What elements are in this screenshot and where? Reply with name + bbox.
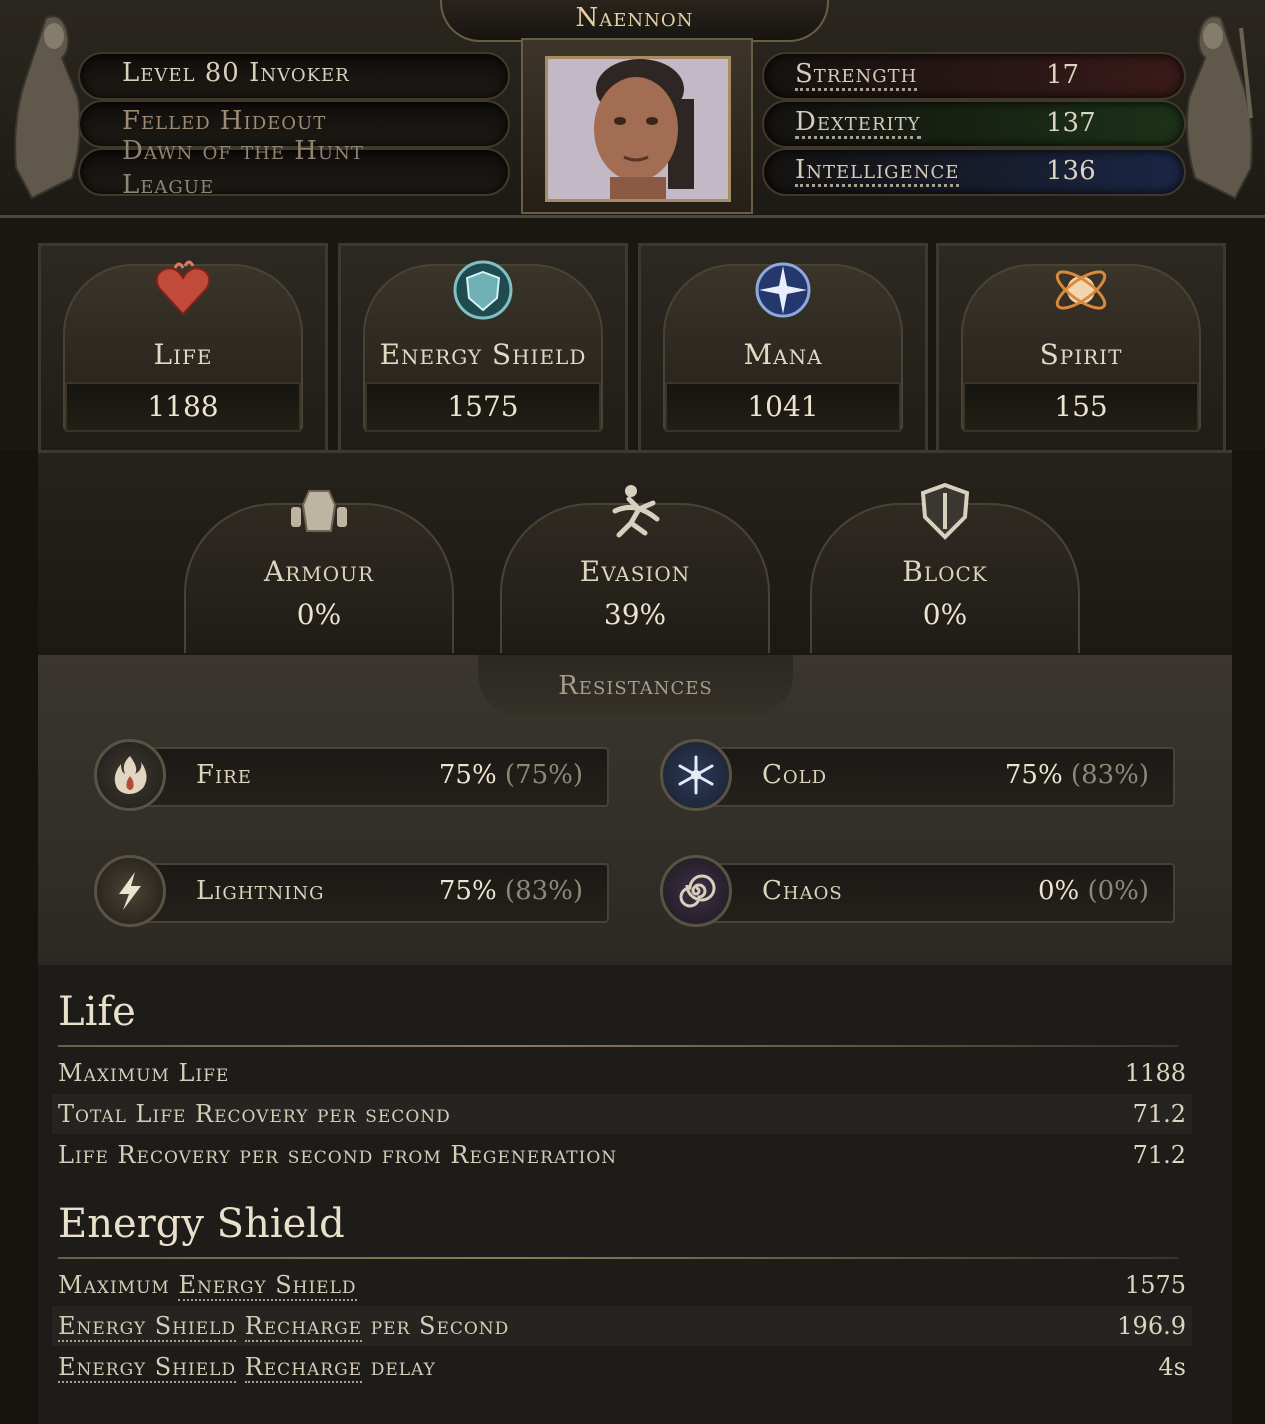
stat-value: 196.9 bbox=[1117, 1312, 1186, 1340]
heart-icon bbox=[155, 260, 211, 316]
character-header: Naennon Level 80 Invoker Felled Hideout … bbox=[0, 0, 1265, 218]
life-label: Life bbox=[153, 338, 213, 371]
stat-value: 1575 bbox=[1124, 1271, 1186, 1299]
life-section-title: Life bbox=[58, 989, 136, 1035]
block-value: 0% bbox=[922, 598, 968, 631]
snowflake-icon bbox=[678, 755, 714, 795]
block-panel[interactable]: Block 0% bbox=[810, 463, 1080, 653]
snowflake-icon-badge bbox=[660, 739, 732, 811]
lightning-icon-badge bbox=[94, 855, 166, 927]
stat-label: Maximum Life bbox=[58, 1059, 230, 1087]
fire-icon-badge bbox=[94, 739, 166, 811]
mana-panel[interactable]: Mana 1041 bbox=[638, 243, 928, 453]
shield-icon bbox=[920, 482, 970, 540]
stat-value: 71.2 bbox=[1132, 1100, 1186, 1128]
stat-row[interactable]: Life Recovery per second from Regenerati… bbox=[52, 1135, 1192, 1175]
resistances-section: Resistances Fire 75% (75%) Cold 75% (83%… bbox=[38, 655, 1232, 965]
chaos-resistance[interactable]: Chaos 0% (0%) bbox=[660, 855, 1175, 927]
stat-row[interactable]: Maximum Energy Shield 1575 bbox=[52, 1265, 1192, 1305]
primary-stats-row: Life 1188 Energy Shield 1575 Mana 1041 S… bbox=[0, 218, 1265, 453]
evasion-panel[interactable]: Evasion 39% bbox=[500, 463, 770, 653]
stat-value: 71.2 bbox=[1132, 1141, 1186, 1169]
armour-value: 0% bbox=[296, 598, 342, 631]
stat-label: Maximum Energy Shield bbox=[58, 1271, 357, 1301]
stat-value: 4s bbox=[1158, 1353, 1186, 1381]
spirit-icon bbox=[1055, 270, 1107, 310]
evasion-label: Evasion bbox=[579, 555, 691, 588]
lightning-label: Lightning bbox=[196, 876, 325, 906]
energy-shield-icon bbox=[453, 260, 513, 320]
chaos-spiral-icon-badge bbox=[660, 855, 732, 927]
energy-shield-value: 1575 bbox=[365, 382, 601, 432]
level-class-text: Level 80 Invoker bbox=[122, 58, 350, 88]
stat-label: Energy Shield Recharge per Second bbox=[58, 1312, 510, 1342]
evasion-value: 39% bbox=[603, 598, 667, 631]
stat-row[interactable]: Energy Shield Recharge per Second 196.9 bbox=[52, 1306, 1192, 1346]
energy-shield-label: Energy Shield bbox=[379, 338, 587, 371]
strength-label[interactable]: Strength bbox=[795, 60, 918, 91]
portrait-frame bbox=[521, 38, 753, 214]
chaos-label: Chaos bbox=[762, 876, 843, 906]
lightning-value: 75% (83%) bbox=[438, 876, 583, 906]
dexterity-label[interactable]: Dexterity bbox=[795, 108, 921, 139]
life-panel[interactable]: Life 1188 bbox=[38, 243, 328, 453]
lightning-resistance[interactable]: Lightning 75% (83%) bbox=[94, 855, 609, 927]
energy-shield-section-title: Energy Shield bbox=[58, 1201, 345, 1247]
location-text: Felled Hideout bbox=[122, 106, 327, 136]
chaos-value: 0% (0%) bbox=[1037, 876, 1149, 906]
stat-label: Life Recovery per second from Regenerati… bbox=[58, 1141, 618, 1169]
league-name-text: Dawn of the Hunt bbox=[122, 136, 364, 166]
section-divider bbox=[58, 1045, 1178, 1047]
stat-row[interactable]: Maximum Life 1188 bbox=[52, 1053, 1192, 1093]
portrait-face-icon bbox=[548, 59, 728, 199]
mana-label: Mana bbox=[743, 338, 823, 371]
intelligence-value: 136 bbox=[1046, 156, 1096, 186]
cold-label: Cold bbox=[762, 760, 828, 790]
defence-row: Armour 0% Evasion 39% Block 0% bbox=[38, 450, 1232, 658]
spirit-value: 155 bbox=[963, 382, 1199, 432]
evasion-icon bbox=[612, 485, 660, 538]
chaos-spiral-icon bbox=[679, 874, 716, 908]
spirit-label: Spirit bbox=[1039, 338, 1123, 371]
fire-value: 75% (75%) bbox=[438, 760, 583, 790]
fire-label: Fire bbox=[196, 760, 252, 790]
section-divider bbox=[58, 1257, 1178, 1259]
stat-details: Life Maximum Life 1188 Total Life Recove… bbox=[38, 965, 1232, 1424]
stat-row[interactable]: Total Life Recovery per second 71.2 bbox=[52, 1094, 1192, 1134]
strength-value: 17 bbox=[1046, 60, 1080, 90]
keyword-link[interactable]: Energy Shield bbox=[178, 1271, 357, 1301]
life-value: 1188 bbox=[65, 382, 301, 432]
keyword-link[interactable]: Energy Shield bbox=[58, 1312, 237, 1342]
cold-value: 75% (83%) bbox=[1004, 760, 1149, 790]
dexterity-value: 137 bbox=[1046, 108, 1096, 138]
block-label: Block bbox=[902, 555, 988, 588]
armour-panel[interactable]: Armour 0% bbox=[184, 463, 454, 653]
character-portrait[interactable] bbox=[545, 56, 731, 202]
spirit-panel[interactable]: Spirit 155 bbox=[936, 243, 1226, 453]
mana-value: 1041 bbox=[665, 382, 901, 432]
stat-label: Total Life Recovery per second bbox=[58, 1100, 451, 1128]
keyword-link[interactable]: Energy Shield bbox=[58, 1353, 237, 1383]
armour-icon bbox=[291, 490, 347, 532]
character-name: Naennon bbox=[440, 0, 829, 42]
mana-icon bbox=[755, 262, 811, 318]
keyword-link[interactable]: Recharge bbox=[244, 1312, 363, 1342]
stat-row[interactable]: Energy Shield Recharge delay 4s bbox=[52, 1347, 1192, 1387]
lightning-icon bbox=[119, 872, 141, 910]
armour-label: Armour bbox=[263, 555, 375, 588]
energy-shield-panel[interactable]: Energy Shield 1575 bbox=[338, 243, 628, 453]
resistances-title: Resistances bbox=[478, 655, 793, 715]
intelligence-label[interactable]: Intelligence bbox=[795, 156, 960, 187]
fire-resistance[interactable]: Fire 75% (75%) bbox=[94, 739, 609, 811]
cold-resistance[interactable]: Cold 75% (83%) bbox=[660, 739, 1175, 811]
fire-icon bbox=[114, 756, 147, 794]
league-label-text: League bbox=[122, 170, 215, 200]
keyword-link[interactable]: Recharge bbox=[244, 1353, 363, 1383]
stat-label: Energy Shield Recharge delay bbox=[58, 1353, 436, 1383]
stat-value: 1188 bbox=[1124, 1059, 1186, 1087]
